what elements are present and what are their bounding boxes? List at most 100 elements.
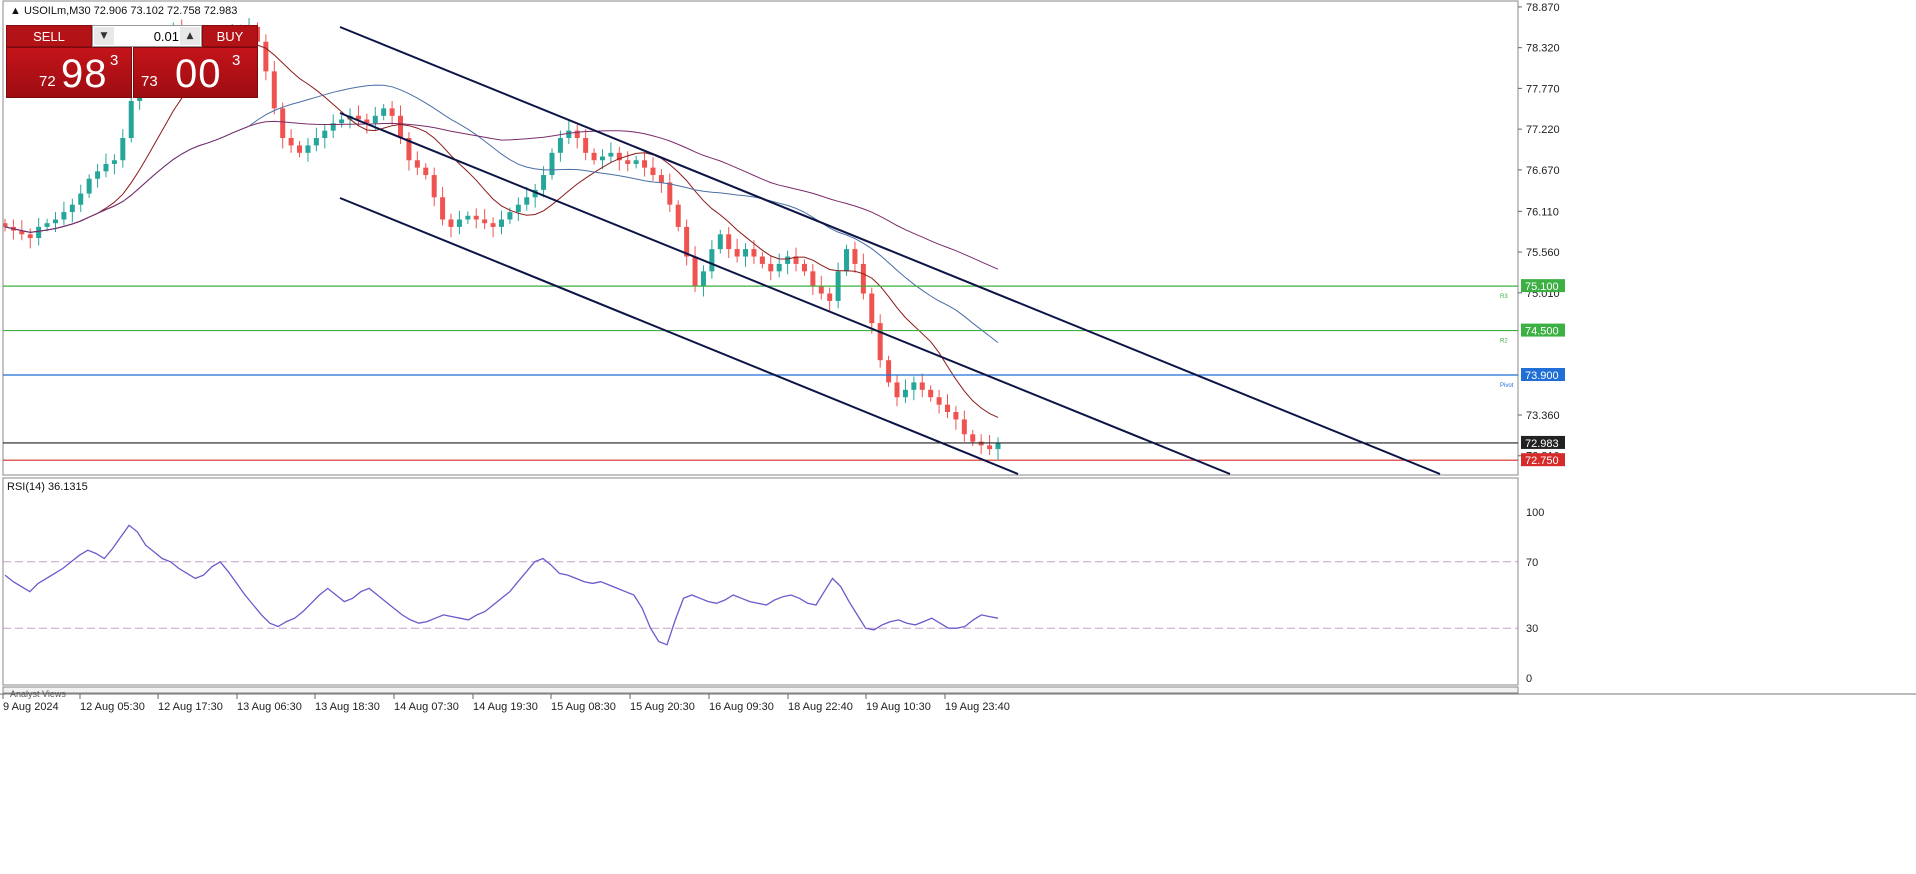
candle-body (288, 138, 294, 146)
candle-body (709, 249, 715, 272)
candle-body (128, 100, 134, 139)
candle-body (111, 160, 117, 164)
candle-body (280, 108, 286, 139)
x-tick-label: 13 Aug 06:30 (237, 701, 302, 713)
candle-body (465, 215, 471, 220)
candle-body (945, 404, 951, 413)
candle-body (953, 412, 959, 420)
x-tick-label: 13 Aug 18:30 (315, 701, 380, 713)
candle-body (120, 138, 126, 161)
candle-body (608, 152, 614, 157)
candle-body (827, 293, 833, 301)
sell-price-point: 3 (110, 52, 119, 69)
buy-price-prefix: 73 (141, 73, 158, 90)
x-tick-label: 15 Aug 20:30 (630, 701, 695, 713)
buy-price-box[interactable]: 73 00 3 (133, 47, 258, 98)
sell-button[interactable]: SELL (6, 25, 92, 47)
candle-body (372, 115, 378, 124)
candle-body (566, 130, 572, 139)
y-tick-label: 73.360 (1526, 410, 1560, 422)
chart-canvas[interactable]: ▲ USOILm,M30 72.906 73.102 72.758 72.983… (0, 0, 1916, 874)
candle-body (313, 138, 319, 146)
candle-body (818, 286, 824, 294)
sell-price-box[interactable]: 72 98 3 (6, 47, 132, 98)
candle-body (642, 160, 648, 168)
candle-body (86, 178, 92, 194)
lot-increase-button[interactable]: ▲ (180, 27, 200, 45)
candle-body (440, 197, 446, 220)
x-tick-label: 12 Aug 05:30 (80, 701, 145, 713)
candle-body (507, 212, 513, 220)
price-level-tag-label: 72.750 (1525, 455, 1559, 467)
candle-body (894, 382, 900, 398)
y-tick-label: 77.770 (1526, 83, 1560, 95)
x-tick-label: 18 Aug 22:40 (788, 701, 853, 713)
buy-button[interactable]: BUY (202, 25, 258, 47)
buy-price-main: 00 (175, 52, 222, 96)
y-tick-label: 77.220 (1526, 124, 1560, 136)
candle-body (743, 249, 749, 257)
candle-body (810, 271, 816, 287)
x-tick-label: 14 Aug 19:30 (473, 701, 538, 713)
candle-body (271, 71, 277, 109)
candle-body (583, 138, 589, 153)
candle-body (524, 197, 530, 205)
candle-body (658, 175, 664, 183)
channel-trendline (339, 112, 1231, 475)
candle-body (297, 145, 303, 153)
candle-body (869, 293, 875, 324)
candle-body (860, 263, 866, 294)
candle-body (776, 263, 782, 272)
candle-body (844, 249, 850, 272)
lot-size-input[interactable] (115, 26, 179, 46)
x-tick-label: 19 Aug 23:40 (945, 701, 1010, 713)
one-click-trading-panel: SELL ▼ ▲ BUY 72 98 3 73 00 3 (6, 25, 258, 98)
candle-body (423, 167, 429, 176)
rsi-y-tick-label: 100 (1526, 507, 1544, 519)
level-tag-text: R3 (1500, 294, 1508, 300)
y-tick-label: 76.110 (1526, 206, 1559, 218)
bottom-tab-strip (2, 686, 1519, 694)
symbol-header-label: ▲ USOILm,M30 72.906 73.102 72.758 72.983 (10, 5, 237, 17)
candle-body (961, 419, 967, 435)
rsi-chart[interactable] (3, 524, 1518, 646)
candle-body (667, 182, 673, 205)
price-level-tag-label: 74.500 (1525, 326, 1559, 338)
x-tick-label: 14 Aug 07:30 (394, 701, 459, 713)
candle-body (482, 219, 488, 224)
buy-price-point: 3 (232, 52, 241, 69)
rsi-label: RSI(14) 36.1315 (7, 481, 88, 493)
lot-decrease-button[interactable]: ▼ (94, 27, 114, 45)
candle-body (322, 130, 328, 139)
candle-body (919, 382, 925, 390)
candle-body (36, 226, 42, 238)
candle-body (717, 234, 723, 250)
lot-size-field: ▼ ▲ (92, 25, 202, 47)
candle-body (103, 163, 109, 172)
candle-body (785, 256, 791, 264)
price-level-tag-label: 73.900 (1525, 370, 1559, 382)
candle-body (591, 152, 597, 161)
candle-body (692, 256, 698, 287)
moving-average-slow (4, 120, 999, 270)
candle-body (557, 138, 563, 153)
rsi-y-tick-label: 30 (1526, 623, 1538, 635)
candle-body (877, 323, 883, 361)
rsi-line (4, 524, 999, 646)
candle-body (911, 382, 917, 390)
candle-body (398, 115, 404, 139)
y-tick-label: 78.870 (1526, 2, 1560, 14)
candle-body (78, 193, 84, 205)
candle-body (650, 167, 656, 176)
candle-body (936, 397, 942, 405)
candle-body (625, 160, 631, 164)
candle-body (995, 443, 1001, 450)
candle-body (768, 263, 774, 272)
candle-body (456, 219, 462, 227)
candle-body (928, 389, 934, 398)
x-tick-label: 9 Aug 2024 (3, 701, 59, 713)
candle-body (987, 445, 993, 450)
rsi-y-tick-label: 0 (1526, 673, 1532, 685)
candle-body (389, 108, 395, 116)
chart-axes: ▲ USOILm,M30 72.906 73.102 72.758 72.983… (0, 0, 1916, 713)
